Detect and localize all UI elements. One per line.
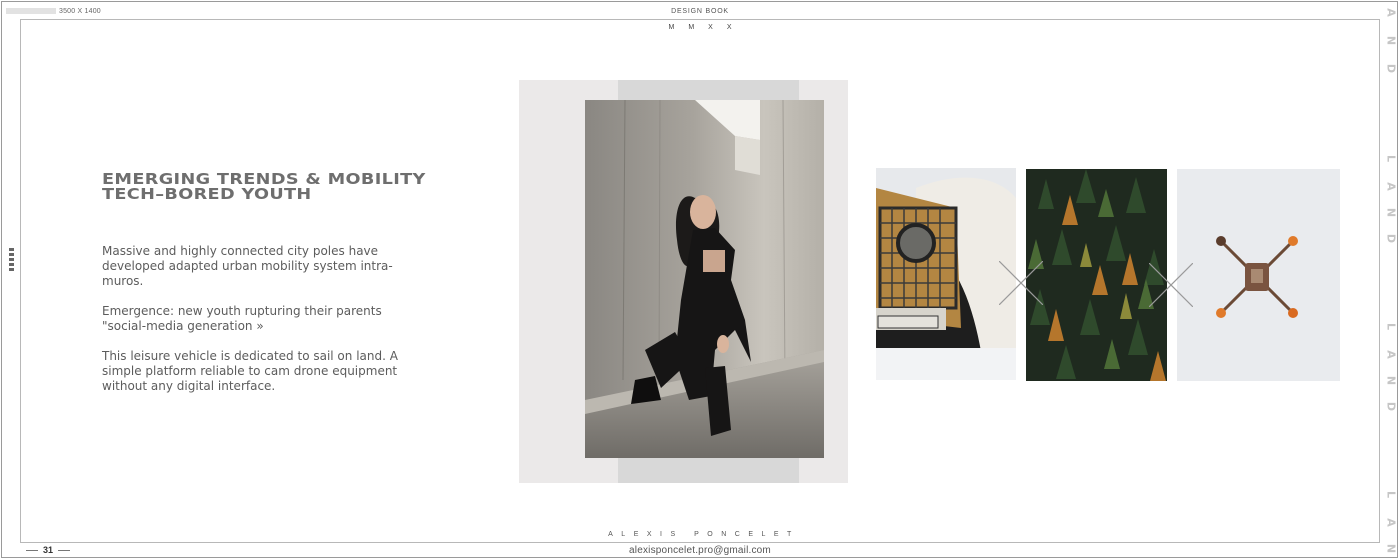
author-name: ALEXIS PONCELET bbox=[608, 531, 800, 538]
email-link[interactable]: alexisponcelet.pro@gmail.com bbox=[0, 545, 1400, 556]
drone-top-view-photo bbox=[1177, 169, 1340, 381]
vintage-truck-photo bbox=[876, 168, 1016, 380]
vertical-land-text: A N D L A N D L A N D L A N bbox=[1384, 2, 1398, 558]
headline-line: TECH–BORED YOUTH bbox=[102, 185, 312, 203]
body-text: Massive and highly connected city poles … bbox=[102, 244, 402, 409]
woman-sitting-photo bbox=[585, 100, 824, 458]
cross-icon bbox=[999, 261, 1043, 305]
land-letter: D bbox=[1384, 233, 1398, 244]
land-letter: A bbox=[1384, 518, 1398, 527]
aerial-forest-photo bbox=[1026, 169, 1167, 381]
land-letter: N bbox=[1384, 207, 1398, 218]
land-letter: L bbox=[1384, 154, 1398, 162]
land-letter: L bbox=[1384, 490, 1398, 498]
land-letter: N bbox=[1384, 35, 1398, 46]
land-letter: A bbox=[1384, 182, 1398, 191]
headline: EMERGING TRENDS & MOBILITY TECH–BORED YO… bbox=[102, 171, 426, 203]
land-letter: A bbox=[1384, 350, 1398, 359]
land-letter: D bbox=[1384, 401, 1398, 412]
land-letter: A bbox=[1384, 8, 1398, 17]
book-title: DESIGN BOOK bbox=[671, 8, 729, 15]
side-marker bbox=[9, 248, 14, 271]
land-letter: L bbox=[1384, 322, 1398, 330]
land-letter: N bbox=[1384, 375, 1398, 386]
paragraph: This leisure vehicle is dedicated to sai… bbox=[102, 349, 398, 393]
year-label: MMXX bbox=[668, 24, 746, 31]
paragraph: Emergence: new youth rupturing their par… bbox=[102, 304, 382, 333]
cross-icon bbox=[1149, 263, 1193, 307]
paragraph: Massive and highly connected city poles … bbox=[102, 244, 393, 288]
land-letter: D bbox=[1384, 63, 1398, 74]
